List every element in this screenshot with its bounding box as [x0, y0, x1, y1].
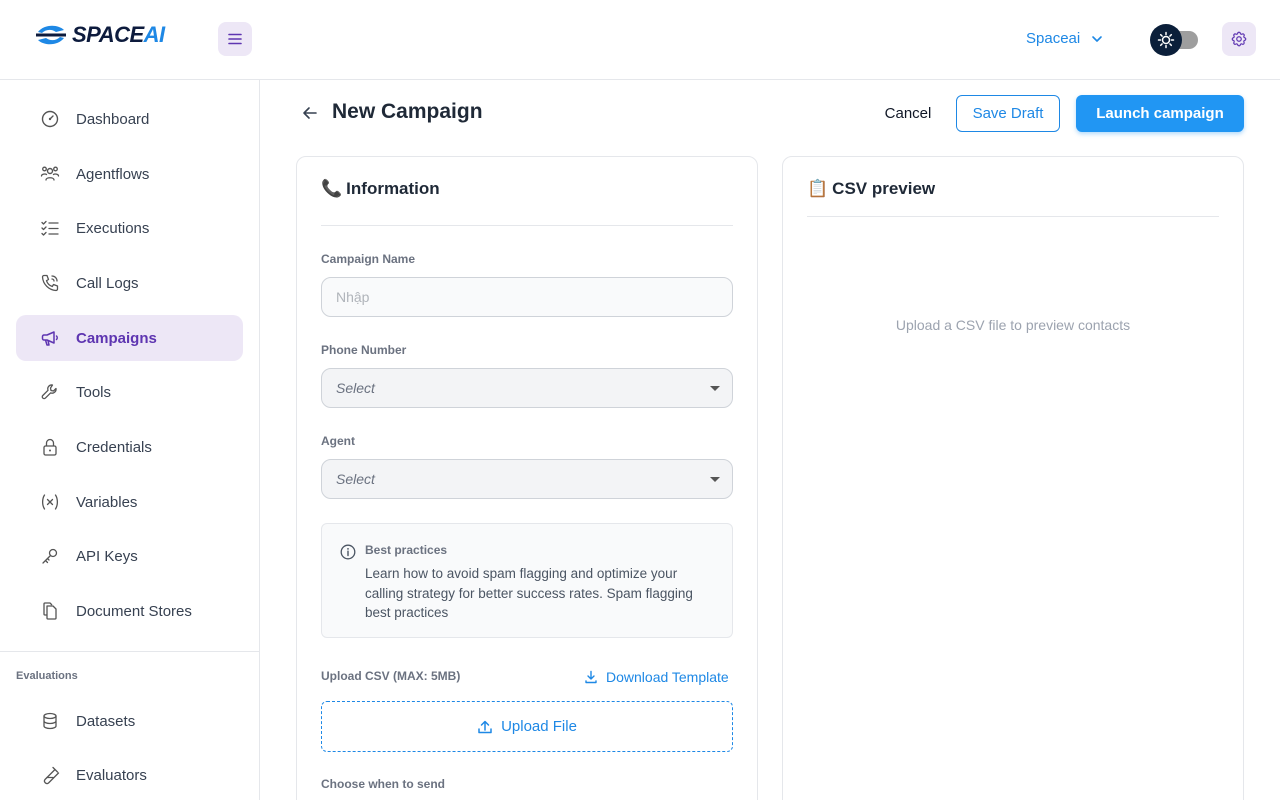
best-practices-tip: Best practices Learn how to avoid spam f… [321, 523, 733, 638]
sidebar-item-label: API Keys [76, 547, 138, 565]
sidebar-item-label: Call Logs [76, 274, 139, 292]
sidebar-item-executions[interactable]: Executions [16, 205, 243, 251]
sidebar-item-api-keys[interactable]: API Keys [16, 533, 243, 579]
toggle-knob [1150, 24, 1182, 56]
sidebar-item-document-stores[interactable]: Document Stores [16, 588, 243, 634]
sidebar-item-label: Evaluators [76, 766, 147, 784]
sidebar: Dashboard Agentflows Executions Call Log… [0, 80, 260, 800]
save-draft-button[interactable]: Save Draft [956, 95, 1060, 132]
caret-down-icon [710, 386, 720, 391]
workspace-selector[interactable]: Spaceai [1026, 30, 1104, 47]
logo-mark-icon [36, 25, 66, 45]
csv-preview-title: 📋 CSV preview [807, 179, 936, 198]
clipboard-emoji-icon: 📋 [807, 179, 829, 198]
campaign-name-input[interactable] [321, 277, 733, 317]
database-icon [40, 711, 60, 731]
card-divider [807, 216, 1219, 217]
hamburger-icon [228, 33, 242, 45]
wrench-icon [40, 382, 60, 402]
sidebar-item-label: Executions [76, 219, 150, 237]
top-header: SPACEAI Spaceai [0, 0, 1280, 80]
settings-button[interactable] [1222, 22, 1256, 56]
campaign-name-label: Campaign Name [321, 252, 416, 266]
lock-icon [40, 437, 60, 457]
page-title: New Campaign [332, 100, 483, 123]
gauge-icon [40, 109, 60, 129]
csv-preview-empty-state: Upload a CSV file to preview contacts [895, 317, 1131, 333]
sidebar-section-label: Evaluations [16, 670, 78, 682]
sidebar-item-agentflows[interactable]: Agentflows [16, 151, 243, 197]
upload-csv-label: Upload CSV (MAX: 5MB) [321, 669, 461, 683]
sidebar-item-label: Dashboard [76, 110, 150, 128]
sun-icon [1157, 31, 1175, 49]
csv-preview-card: 📋 CSV preview Upload a CSV file to previ… [782, 156, 1244, 800]
phone-emoji-icon: 📞 [321, 179, 343, 198]
upload-file-button[interactable]: Upload File [321, 701, 733, 752]
sidebar-divider [0, 651, 259, 652]
tip-body: Learn how to avoid spam flagging and opt… [365, 566, 693, 620]
cancel-button[interactable]: Cancel [872, 95, 944, 131]
workspace-name: Spaceai [1026, 30, 1081, 47]
select-value: Select [336, 471, 375, 487]
launch-campaign-button[interactable]: Launch campaign [1076, 95, 1244, 132]
tip-title: Best practices [365, 543, 448, 557]
sidebar-item-tools[interactable]: Tools [16, 369, 243, 415]
sidebar-item-label: Datasets [76, 712, 136, 730]
checklist-icon [40, 218, 60, 238]
menu-toggle-button[interactable] [218, 22, 252, 56]
phone-call-icon [40, 273, 60, 293]
sidebar-item-variables[interactable]: Variables [16, 479, 243, 525]
phone-number-select[interactable]: Select [321, 368, 733, 408]
variable-icon [40, 492, 60, 512]
sidebar-item-label: Tools [76, 383, 112, 401]
sidebar-item-label: Credentials [76, 438, 152, 456]
logo-text: SPACEAI [72, 22, 165, 47]
theme-toggle[interactable] [1150, 23, 1200, 57]
sidebar-item-campaigns[interactable]: Campaigns [16, 315, 243, 361]
agent-label: Agent [321, 434, 355, 448]
agent-select[interactable]: Select [321, 459, 733, 499]
test-pipe-icon [40, 765, 60, 785]
card-divider [321, 225, 733, 226]
key-icon [40, 546, 60, 566]
sidebar-item-credentials[interactable]: Credentials [16, 424, 243, 470]
back-button[interactable] [300, 103, 320, 123]
logo[interactable]: SPACEAI [34, 22, 165, 48]
caret-down-icon [710, 477, 720, 482]
information-card-title: 📞 Information [321, 179, 440, 198]
sidebar-item-datasets[interactable]: Datasets [16, 698, 243, 744]
download-template-link[interactable]: Download Template [584, 669, 729, 685]
sidebar-item-label: Document Stores [76, 602, 192, 620]
sidebar-item-dashboard[interactable]: Dashboard [16, 96, 243, 142]
chevron-down-icon [1092, 35, 1103, 42]
information-card: 📞 Information Campaign Name Phone Number… [296, 156, 758, 800]
select-value: Select [336, 380, 375, 396]
sidebar-item-label: Variables [76, 493, 138, 511]
choose-send-time-label: Choose when to send [321, 777, 446, 791]
phone-number-label: Phone Number [321, 343, 407, 357]
sidebar-item-label: Campaigns [76, 329, 157, 347]
users-icon [40, 164, 60, 184]
sidebar-item-call-logs[interactable]: Call Logs [16, 260, 243, 306]
info-icon [340, 544, 356, 565]
files-icon [40, 601, 60, 621]
upload-icon [478, 720, 492, 733]
megaphone-icon [40, 328, 60, 348]
download-icon [585, 670, 597, 684]
arrow-left-icon [303, 107, 317, 119]
sidebar-item-label: Agentflows [76, 165, 150, 183]
sidebar-item-evaluators[interactable]: Evaluators [16, 752, 243, 798]
gear-icon [1231, 31, 1247, 47]
